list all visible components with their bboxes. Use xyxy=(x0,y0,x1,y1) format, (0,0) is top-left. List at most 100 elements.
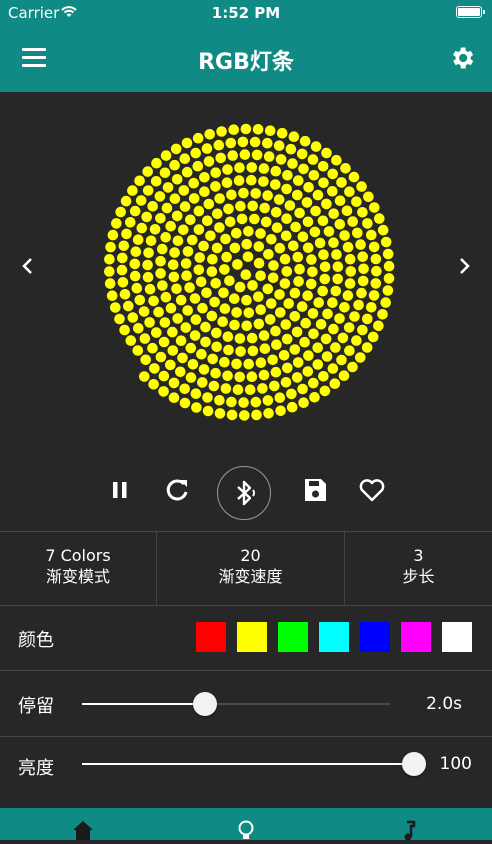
save-icon[interactable] xyxy=(295,470,335,510)
led-dot xyxy=(308,170,320,181)
led-dot xyxy=(302,366,314,377)
led-dot xyxy=(281,266,293,277)
led-dot xyxy=(321,147,332,159)
color-swatch[interactable] xyxy=(237,622,267,652)
pause-icon[interactable] xyxy=(100,470,140,510)
led-dot xyxy=(336,177,347,188)
bulb-icon[interactable] xyxy=(233,818,259,844)
led-dot xyxy=(347,361,358,373)
led-dot xyxy=(249,213,260,225)
led-dot xyxy=(373,320,384,332)
led-dot xyxy=(195,276,207,288)
stay-value: 2.0s xyxy=(426,694,462,714)
led-dot xyxy=(262,190,274,201)
led-dot xyxy=(253,241,265,252)
led-dot xyxy=(301,197,313,208)
color-swatch[interactable] xyxy=(442,622,472,652)
led-dot xyxy=(290,221,301,233)
led-dot xyxy=(314,237,326,249)
led-dot xyxy=(201,287,212,299)
led-dot xyxy=(328,323,339,335)
led-dot xyxy=(237,136,249,148)
led-dot xyxy=(181,270,192,281)
led-dot xyxy=(149,224,161,235)
led-dot xyxy=(161,202,173,214)
refresh-icon[interactable] xyxy=(157,470,197,510)
color-swatch[interactable] xyxy=(360,622,390,652)
led-dot xyxy=(300,317,312,329)
led-dot xyxy=(190,147,201,159)
led-dot xyxy=(138,306,150,317)
led-dot xyxy=(133,323,144,334)
led-dot xyxy=(267,272,279,284)
led-dot xyxy=(231,227,242,239)
color-swatch[interactable] xyxy=(196,622,226,652)
led-dot xyxy=(253,257,265,269)
led-dot xyxy=(262,283,274,295)
led-dot xyxy=(224,216,236,228)
led-dot xyxy=(226,189,237,201)
led-dot xyxy=(159,317,171,328)
led-dot xyxy=(269,380,280,392)
led-dot xyxy=(266,234,277,245)
led-dot xyxy=(165,220,176,232)
led-dot xyxy=(139,333,151,344)
led-dot xyxy=(135,195,147,206)
color-swatch[interactable] xyxy=(319,622,349,652)
led-dot xyxy=(110,302,121,313)
led-dot xyxy=(178,185,190,196)
brightness-slider-knob[interactable] xyxy=(402,752,426,776)
led-dot xyxy=(351,335,362,346)
led-dot xyxy=(206,266,218,277)
led-dot xyxy=(250,188,261,199)
led-dot xyxy=(210,278,221,289)
led-dot xyxy=(303,350,314,361)
led-dot xyxy=(210,167,221,178)
led-dot xyxy=(249,136,261,148)
stat-step[interactable]: 3 步长 xyxy=(345,532,492,605)
stat-mode[interactable]: 7 Colors 渐变模式 xyxy=(0,532,157,605)
led-dot xyxy=(289,344,301,355)
led-dot xyxy=(337,332,349,344)
led-dot xyxy=(201,143,213,154)
stay-slider-knob[interactable] xyxy=(193,692,218,716)
heart-icon[interactable] xyxy=(352,470,392,510)
bluetooth-button[interactable] xyxy=(217,466,271,520)
led-dot xyxy=(193,205,205,217)
led-dot xyxy=(332,273,344,285)
led-dot xyxy=(177,352,188,364)
color-swatch[interactable] xyxy=(401,622,431,652)
led-dot xyxy=(244,384,256,396)
gear-icon[interactable] xyxy=(448,44,476,72)
led-dot xyxy=(242,251,254,263)
led-dot xyxy=(280,319,292,330)
chevron-right-icon[interactable] xyxy=(452,254,476,278)
led-dot xyxy=(203,156,215,167)
led-dot xyxy=(243,226,254,237)
led-dot xyxy=(198,240,209,252)
led-dot xyxy=(205,230,216,242)
led-dot xyxy=(243,307,255,319)
led-dot xyxy=(181,137,193,149)
led-dot xyxy=(190,388,202,400)
led-dot xyxy=(328,237,339,248)
stat-speed[interactable]: 20 渐变速度 xyxy=(157,532,345,605)
color-swatch[interactable] xyxy=(278,622,308,652)
chevron-left-icon[interactable] xyxy=(16,254,40,278)
led-dot xyxy=(131,282,143,294)
led-dot xyxy=(220,233,231,245)
led-dot xyxy=(129,205,141,217)
stat-value: 7 Colors xyxy=(45,546,111,565)
led-dot xyxy=(151,327,162,338)
led-dot xyxy=(321,351,333,362)
music-icon[interactable] xyxy=(397,818,423,844)
led-dot xyxy=(111,218,122,229)
led-dot xyxy=(322,308,333,320)
led-dot xyxy=(382,285,394,296)
home-icon[interactable] xyxy=(70,818,96,844)
led-dot xyxy=(330,342,341,353)
stay-row: 停留 2.0s xyxy=(0,670,492,737)
led-dot xyxy=(377,309,388,320)
led-dot xyxy=(188,193,200,204)
led-dot xyxy=(327,186,338,197)
